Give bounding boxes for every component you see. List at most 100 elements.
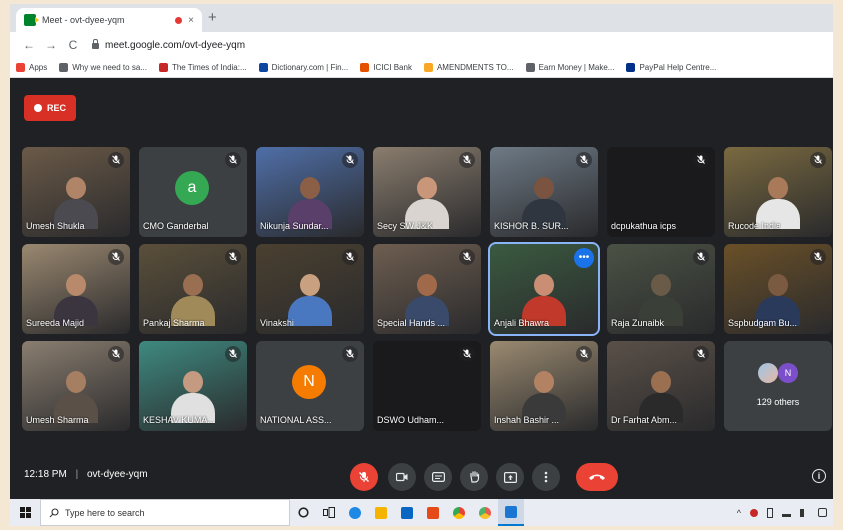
- more-vert-icon: [544, 471, 548, 483]
- mail-icon[interactable]: [394, 499, 420, 526]
- participant-name: Pankaj Sharma: [143, 318, 205, 328]
- participant-tile[interactable]: dcpukathua icps: [607, 147, 715, 237]
- participant-tile[interactable]: Sureeda Majid: [22, 244, 130, 334]
- participant-name: Nikunja Sundar...: [260, 221, 329, 231]
- bookmark-item[interactable]: Dictionary.com | Fin...: [258, 63, 349, 72]
- forward-button[interactable]: →: [42, 38, 60, 52]
- mic-muted-icon: [108, 249, 124, 265]
- present-screen-button[interactable]: [496, 463, 524, 491]
- bookmark-label: AMENDMENTS TO...: [436, 63, 514, 72]
- task-view-icon[interactable]: [316, 499, 342, 526]
- taskbar-search-box[interactable]: Type here to search: [40, 499, 290, 526]
- raise-hand-button[interactable]: [460, 463, 488, 491]
- participant-tile[interactable]: ••• Anjali Bhawra: [488, 242, 600, 336]
- start-button[interactable]: [10, 499, 40, 526]
- participant-tile[interactable]: Dr Farhat Abm...: [607, 341, 715, 431]
- bookmark-label: Dictionary.com | Fin...: [271, 63, 349, 72]
- participant-tile[interactable]: Sspbudgam Bu...: [724, 244, 832, 334]
- participant-tile[interactable]: Vinakshi: [256, 244, 364, 334]
- new-tab-button[interactable]: +: [208, 9, 217, 26]
- participant-tile[interactable]: Umesh Shukla: [22, 147, 130, 237]
- captions-button[interactable]: [424, 463, 452, 491]
- file-explorer-icon[interactable]: [368, 499, 394, 526]
- participant-tile[interactable]: DSWO Udham...: [373, 341, 481, 431]
- recording-button[interactable]: REC: [24, 95, 76, 121]
- participant-tile[interactable]: Secy SW J&K: [373, 147, 481, 237]
- url-text: meet.google.com/ovt-dyee-yqm: [105, 39, 246, 51]
- camera-toggle-button[interactable]: [388, 463, 416, 491]
- meeting-controls-bar: 12:18 PM | ovt-dyee-yqm i: [10, 457, 833, 497]
- cortana-icon[interactable]: [290, 499, 316, 526]
- others-count-label: 129 others: [756, 397, 800, 407]
- more-options-button[interactable]: [532, 463, 560, 491]
- participant-video: [522, 274, 566, 326]
- participant-name: KESHAV KUMA...: [143, 415, 215, 425]
- participant-tile[interactable]: Rucode India: [724, 147, 832, 237]
- bookmark-item[interactable]: Apps: [16, 63, 47, 72]
- notification-icon[interactable]: [818, 508, 827, 517]
- url-field[interactable]: meet.google.com/ovt-dyee-yqm: [92, 39, 246, 51]
- bookmark-item[interactable]: ICICI Bank: [360, 63, 412, 72]
- participant-name: Special Hands ...: [377, 318, 446, 328]
- participant-tile[interactable]: Inshah Bashir ...: [490, 341, 598, 431]
- participant-options-icon[interactable]: •••: [574, 248, 594, 268]
- mic-muted-icon: [576, 152, 592, 168]
- participant-video: [288, 177, 332, 229]
- video-camera-icon: [396, 472, 408, 482]
- active-window-icon[interactable]: [498, 499, 524, 526]
- microphone-toggle-button[interactable]: [350, 463, 378, 491]
- participant-name: NATIONAL ASS...: [260, 415, 332, 425]
- participant-name: Sspbudgam Bu...: [728, 318, 798, 328]
- bookmark-item[interactable]: Earn Money | Make...: [525, 63, 614, 72]
- network-icon[interactable]: [782, 508, 791, 517]
- participant-tile[interactable]: Nikunja Sundar...: [256, 147, 364, 237]
- mic-muted-icon: [225, 152, 241, 168]
- participant-tile[interactable]: KESHAV KUMA...: [139, 341, 247, 431]
- participant-video: [288, 274, 332, 326]
- bookmark-favicon-icon: [525, 63, 535, 72]
- mic-muted-icon: [576, 346, 592, 362]
- record-dot-icon: [33, 104, 42, 112]
- edge-browser-icon[interactable]: [342, 499, 368, 526]
- mic-muted-icon: [459, 152, 475, 168]
- participant-tile[interactable]: Special Hands ...: [373, 244, 481, 334]
- volume-icon[interactable]: [800, 508, 809, 517]
- others-tile[interactable]: N 129 others: [724, 341, 832, 431]
- chevron-up-icon[interactable]: ^: [737, 508, 741, 518]
- chrome-profile-icon[interactable]: [472, 499, 498, 526]
- participant-tile[interactable]: N NATIONAL ASS...: [256, 341, 364, 431]
- participant-tile[interactable]: Pankaj Sharma: [139, 244, 247, 334]
- bookmark-item[interactable]: Why we need to sa...: [59, 63, 147, 72]
- back-button[interactable]: ←: [20, 38, 38, 52]
- meeting-info-icon[interactable]: i: [812, 469, 826, 483]
- lock-icon: [92, 39, 99, 49]
- antivirus-tray-icon[interactable]: [750, 508, 758, 517]
- mic-muted-icon: [342, 249, 358, 265]
- leave-call-button[interactable]: [576, 463, 618, 491]
- bookmark-favicon-icon: [158, 63, 168, 72]
- participant-tile[interactable]: Umesh Sharma: [22, 341, 130, 431]
- windows-logo-icon: [19, 507, 31, 518]
- participant-video: [639, 371, 683, 423]
- participant-tile[interactable]: a CMO Ganderbal: [139, 147, 247, 237]
- bookmark-label: The Times of India:...: [171, 63, 247, 72]
- bookmark-item[interactable]: The Times of India:...: [158, 63, 247, 72]
- mic-muted-icon: [810, 152, 826, 168]
- participant-name: Anjali Bhawra: [494, 318, 550, 328]
- office-icon[interactable]: [420, 499, 446, 526]
- browser-tab-meet[interactable]: Meet - ovt-dyee-yqm ×: [16, 8, 202, 32]
- participant-video: [171, 371, 215, 423]
- bookmark-item[interactable]: PayPal Help Centre...: [626, 63, 716, 72]
- tab-close-icon[interactable]: ×: [188, 15, 194, 26]
- battery-icon[interactable]: [767, 507, 773, 518]
- others-avatar-photo: [758, 363, 778, 383]
- participant-tile[interactable]: Raja Zunaibk: [607, 244, 715, 334]
- chrome-icon[interactable]: [446, 499, 472, 526]
- mic-muted-icon: [693, 152, 709, 168]
- bookmark-item[interactable]: AMENDMENTS TO...: [423, 63, 514, 72]
- mic-muted-icon: [342, 152, 358, 168]
- participant-name: Vinakshi: [260, 318, 294, 328]
- mic-muted-icon: [693, 249, 709, 265]
- participant-tile[interactable]: KISHOR B. SUR...: [490, 147, 598, 237]
- reload-button[interactable]: C: [64, 38, 82, 52]
